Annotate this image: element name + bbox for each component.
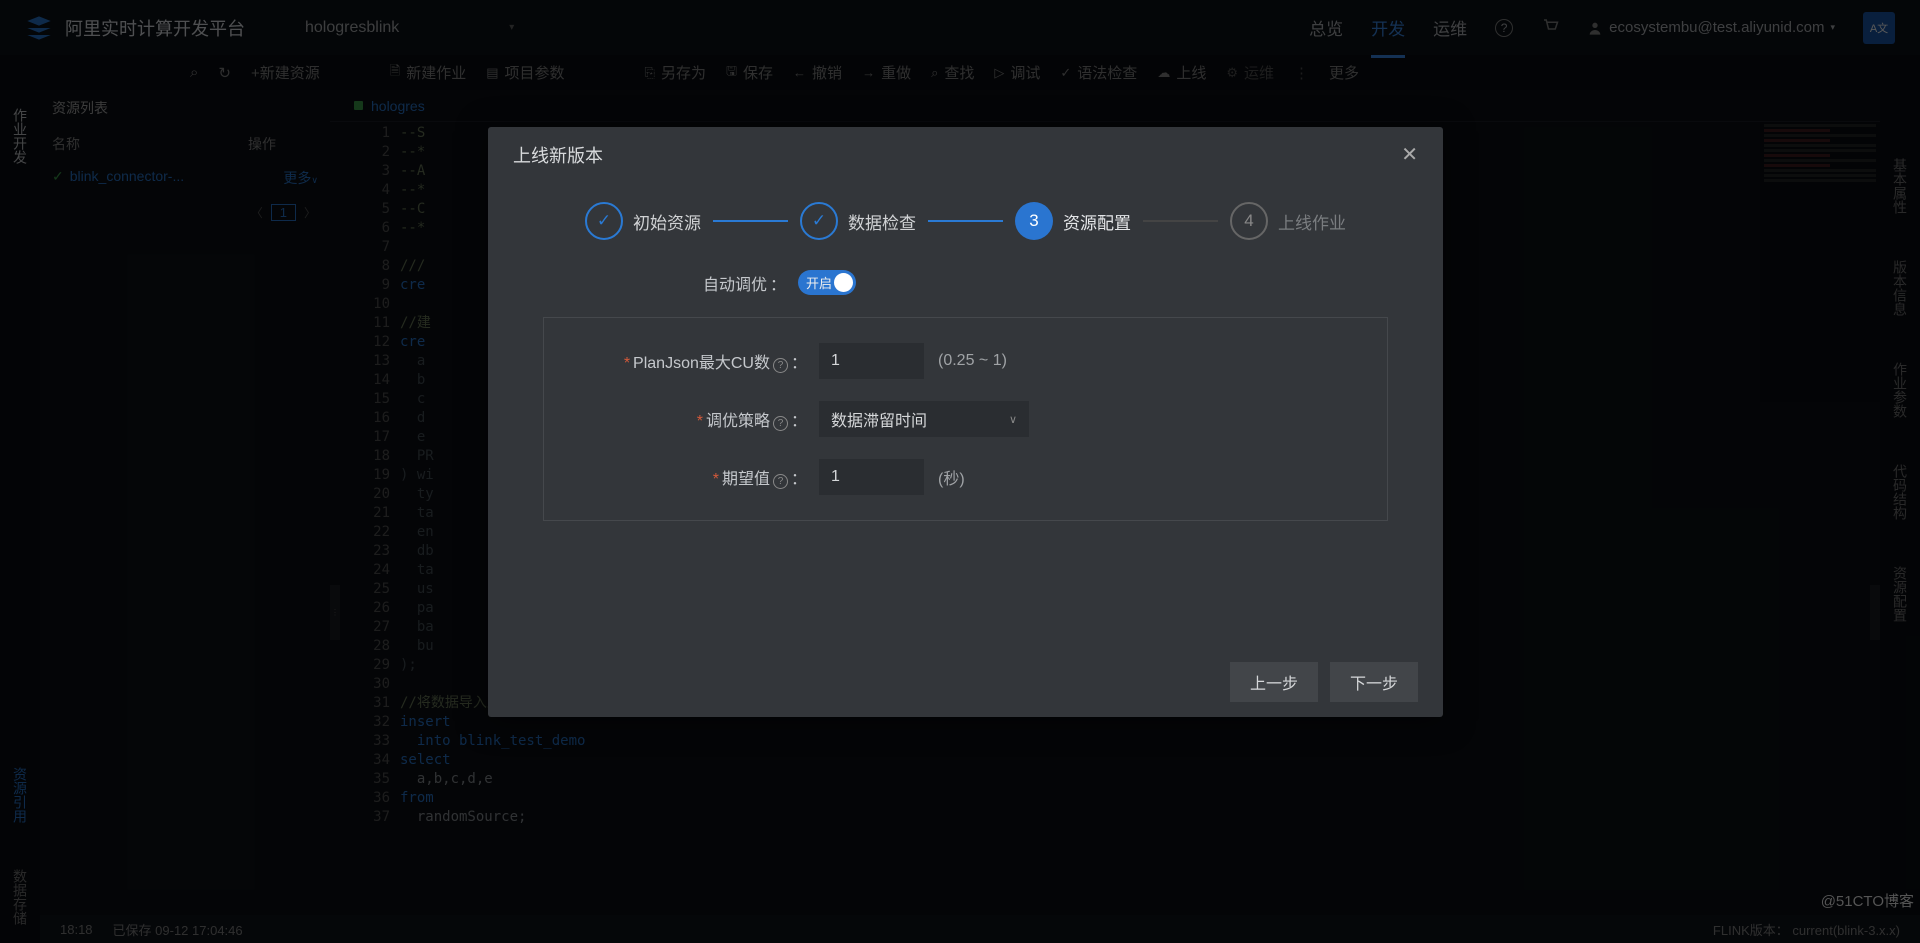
plan-json-label: *PlanJson最大CU数?： [564,349,819,373]
step-line [713,220,788,222]
step-4-icon: 4 [1230,202,1268,240]
tune-form-box: *PlanJson最大CU数?： (0.25 ~ 1) *调优策略?： 数据滞留… [543,317,1388,521]
strategy-value: 数据滞留时间 [831,407,927,431]
auto-tune-toggle[interactable]: 开启 [798,270,856,295]
plan-json-hint: (0.25 ~ 1) [938,352,1007,370]
step-1-label: 初始资源 [633,209,701,234]
step-4: 4 上线作业 [1230,202,1346,240]
step-1: 初始资源 [585,202,701,240]
help-icon[interactable]: ? [773,416,788,431]
next-button[interactable]: 下一步 [1330,662,1418,702]
expect-input[interactable] [819,459,924,495]
step-2-label: 数据检查 [848,209,916,234]
strategy-select[interactable]: 数据滞留时间 ∨ [819,401,1029,437]
expect-hint: (秒) [938,465,965,489]
auto-tune-row: 自动调优： 开启 [543,270,1388,295]
modal-body: 自动调优： 开启 *PlanJson最大CU数?： (0.25 ~ 1) *调优… [488,270,1443,647]
chevron-down-icon: ∨ [1009,413,1017,426]
prev-button[interactable]: 上一步 [1230,662,1318,702]
step-line [928,220,1003,222]
step-3: 3 资源配置 [1015,202,1131,240]
strategy-label: *调优策略?： [564,407,819,431]
watermark: @51CTO博客 [1821,890,1914,911]
step-2-icon [800,202,838,240]
step-3-label: 资源配置 [1063,209,1131,234]
publish-modal: 上线新版本 ✕ 初始资源 数据检查 3 资源配置 4 上线作业 自动调优： 开启 [488,127,1443,717]
strategy-row: *调优策略?： 数据滞留时间 ∨ [564,401,1367,437]
help-icon[interactable]: ? [773,474,788,489]
plan-json-row: *PlanJson最大CU数?： (0.25 ~ 1) [564,343,1367,379]
modal-title: 上线新版本 [513,142,603,168]
expect-row: *期望值?： (秒) [564,459,1367,495]
modal-header: 上线新版本 ✕ [488,127,1443,182]
help-icon[interactable]: ? [773,358,788,373]
wizard-steps: 初始资源 数据检查 3 资源配置 4 上线作业 [488,182,1443,270]
step-4-label: 上线作业 [1278,209,1346,234]
close-icon[interactable]: ✕ [1401,142,1418,167]
step-line [1143,220,1218,222]
auto-tune-label: 自动调优： [543,271,798,295]
step-2: 数据检查 [800,202,916,240]
step-1-icon [585,202,623,240]
step-3-icon: 3 [1015,202,1053,240]
expect-label: *期望值?： [564,465,819,489]
modal-footer: 上一步 下一步 [488,647,1443,717]
plan-json-input[interactable] [819,343,924,379]
